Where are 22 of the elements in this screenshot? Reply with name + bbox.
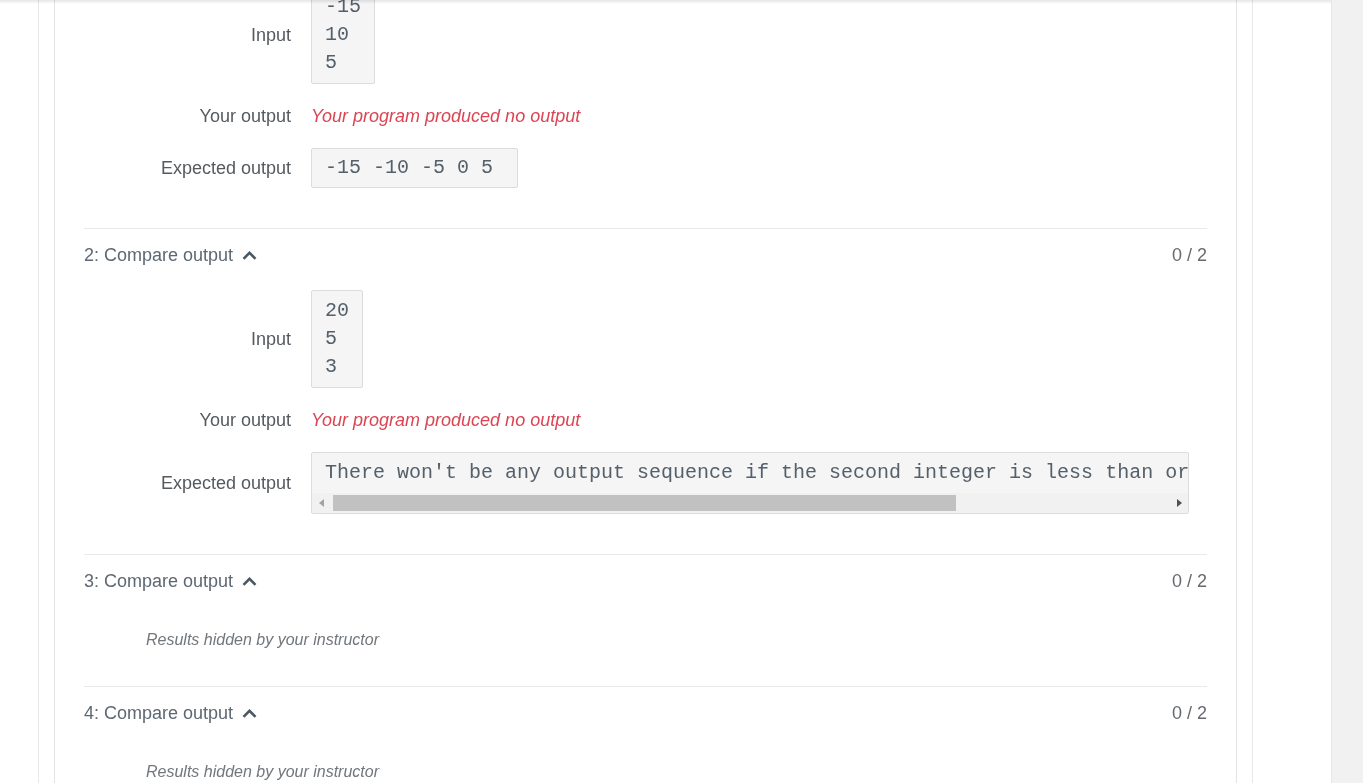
field-label: Input bbox=[250, 24, 291, 47]
field-label: Expected output bbox=[160, 157, 291, 180]
hidden-results-note: Results hidden by your instructor bbox=[146, 763, 379, 780]
score-text: 0 / 2 bbox=[1171, 570, 1207, 592]
field-label: Your output bbox=[199, 409, 291, 432]
expected-output-block: -15 -10 -5 0 5 bbox=[311, 148, 519, 188]
field-label: Expected output bbox=[160, 472, 291, 495]
no-output-message: Your program produced no output bbox=[311, 409, 581, 432]
test-case-toggle[interactable]: 2: Compare output bbox=[84, 244, 258, 266]
hidden-results-note: Results hidden by your instructor bbox=[146, 631, 379, 648]
score-text: 0 / 2 bbox=[1171, 244, 1207, 266]
horizontal-scrollbar[interactable] bbox=[312, 493, 1188, 513]
test-case-toggle[interactable]: 3: Compare output bbox=[84, 570, 258, 592]
input-block: 20 5 3 bbox=[311, 290, 363, 388]
test-case-toggle[interactable]: 4: Compare output bbox=[84, 702, 258, 724]
expected-output-text: There won't be any output sequence if the second integer is less than or bbox=[324, 460, 1188, 486]
field-label: Input bbox=[250, 328, 291, 351]
no-output-message: Your program produced no output bbox=[311, 105, 581, 128]
scrollbar-track[interactable] bbox=[1331, 0, 1363, 783]
score-text: 0 / 2 bbox=[1171, 702, 1207, 724]
field-label: Your output bbox=[199, 105, 291, 128]
scrollbar-thumb[interactable] bbox=[333, 495, 956, 511]
